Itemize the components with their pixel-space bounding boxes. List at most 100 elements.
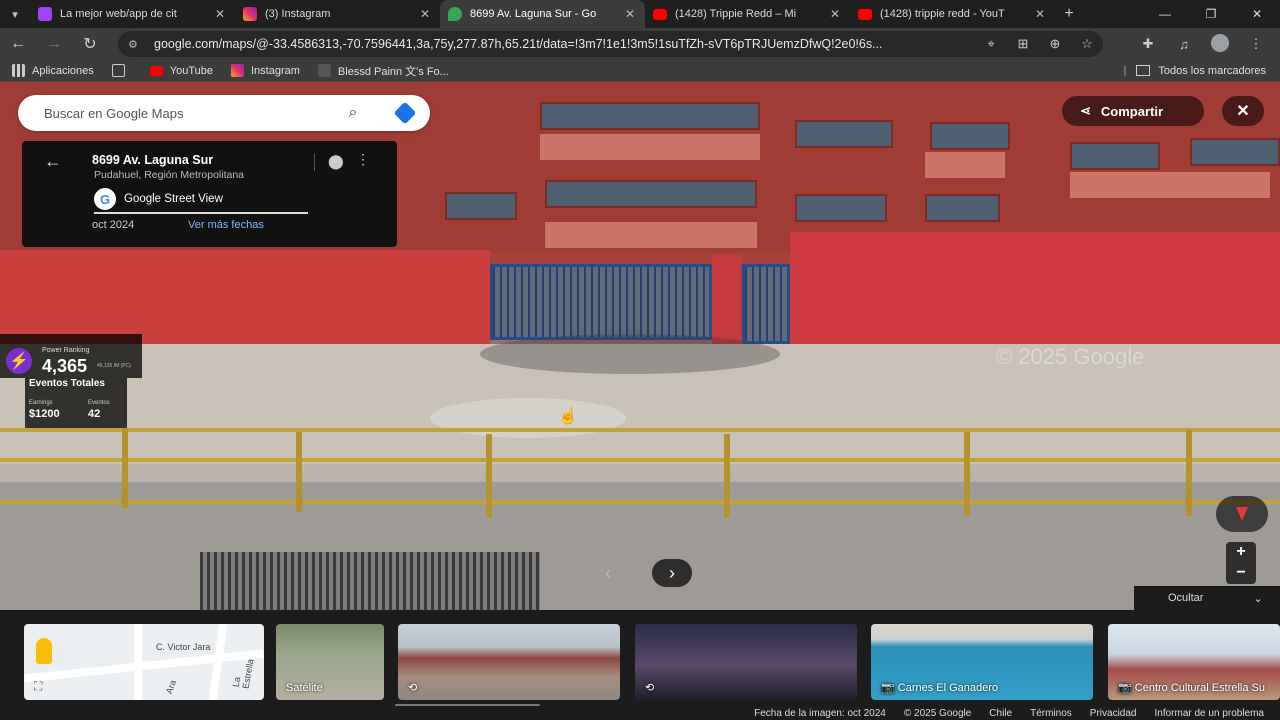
location-icon[interactable]: ⌖ xyxy=(975,36,1007,52)
previous-photo-button[interactable]: ‹ xyxy=(588,559,628,587)
tab-search-icon[interactable]: ▾ xyxy=(0,0,30,28)
fence-post xyxy=(122,428,128,508)
new-tab-button[interactable]: + xyxy=(1055,5,1083,23)
capture-date: oct 2024 xyxy=(92,219,135,231)
zoom-icon[interactable]: ⊕ xyxy=(1039,36,1071,52)
minimap-thumbnail[interactable]: C. Victor Jara La Estrella Ara ⛶ xyxy=(24,624,264,700)
photo-thumbnail[interactable]: 📷 Centro Cultural Estrella Su xyxy=(1108,624,1280,700)
window xyxy=(540,102,760,130)
balcony xyxy=(1070,172,1270,198)
install-app-icon[interactable]: ⊞ xyxy=(1007,36,1039,52)
thumbnail-label: 📷 Centro Cultural Estrella Su xyxy=(1118,682,1265,694)
more-dates-link[interactable]: Ver más fechas xyxy=(188,219,264,231)
search-input[interactable] xyxy=(44,105,326,121)
power-ranking-label: Power Ranking xyxy=(42,347,90,354)
country-link[interactable]: Chile xyxy=(989,708,1012,719)
tab-2[interactable]: (3) Instagram ✕ xyxy=(235,0,440,28)
back-arrow-icon[interactable]: ← xyxy=(44,151,62,172)
wall-pillar xyxy=(712,254,742,348)
compass-control[interactable] xyxy=(1216,496,1268,532)
tab-title: 8699 Av. Laguna Sur - Go xyxy=(470,8,597,20)
bookmark-youtube[interactable]: YouTube xyxy=(149,64,213,77)
youtube-icon xyxy=(653,8,667,20)
close-street-view-button[interactable]: ✕ xyxy=(1222,96,1264,126)
lightning-icon: ⚡ xyxy=(6,348,32,374)
reload-button[interactable]: ↻ xyxy=(72,28,108,60)
compass-needle-icon xyxy=(1236,507,1248,521)
tab-1[interactable]: La mejor web/app de cit ✕ xyxy=(30,0,235,28)
bookmark-grid[interactable] xyxy=(111,64,132,77)
instagram-icon xyxy=(231,64,244,77)
tree-shadow xyxy=(480,334,780,374)
chevron-down-icon: ⌄ xyxy=(1253,592,1263,605)
close-tab-icon[interactable]: ✕ xyxy=(418,7,432,21)
bookmark-label: Aplicaciones xyxy=(32,64,94,77)
close-tab-icon[interactable]: ✕ xyxy=(213,7,227,21)
menu-icon[interactable]: ⋮ xyxy=(1238,36,1274,52)
thumbnail-label-text: Carnes El Ganadero xyxy=(897,682,999,694)
share-button[interactable]: ⋖ Compartir xyxy=(1062,96,1204,126)
events-title: Eventos Totales xyxy=(29,378,105,389)
site-info-icon[interactable]: ⚙ xyxy=(128,38,154,51)
all-bookmarks[interactable]: | Todos los marcadores xyxy=(1124,65,1266,77)
apps-grid-icon xyxy=(12,64,25,77)
directions-button[interactable] xyxy=(380,101,430,125)
tab-4[interactable]: (1428) Trippie Redd – Mi ✕ xyxy=(645,0,850,28)
terms-link[interactable]: Términos xyxy=(1030,708,1072,719)
photo-thumbnail[interactable]: ⟲ xyxy=(635,624,857,700)
google-logo-icon: G xyxy=(94,188,116,210)
hide-filmstrip-button[interactable]: Ocultar ⌄ xyxy=(1134,586,1280,610)
search-icon[interactable]: ⌕ xyxy=(326,104,380,122)
close-tab-icon[interactable]: ✕ xyxy=(828,7,842,21)
profile-avatar[interactable] xyxy=(1202,33,1238,55)
privacy-link[interactable]: Privacidad xyxy=(1090,708,1137,719)
close-tab-icon[interactable]: ✕ xyxy=(1033,7,1047,21)
location-pin-icon[interactable]: ⬤ xyxy=(328,153,344,170)
tab-5[interactable]: (1428) trippie redd - YouT ✕ xyxy=(850,0,1055,28)
forward-button[interactable]: → xyxy=(36,28,72,60)
window xyxy=(545,180,757,208)
tab-3[interactable]: 8699 Av. Laguna Sur - Go ✕ xyxy=(440,0,645,28)
bookmark-label: Blessd Painn 文's Fo... xyxy=(337,65,449,78)
street-label: Ara xyxy=(163,678,179,696)
browser-toolbar: ← → ↻ ⚙ google.com/maps/@-33.4586313,-70… xyxy=(0,28,1280,60)
bookmark-label: YouTube xyxy=(169,64,213,77)
zoom-out-button[interactable]: − xyxy=(1226,563,1256,584)
tab-title: (1428) Trippie Redd – Mi xyxy=(675,8,797,20)
media-controls-icon[interactable]: ♫ xyxy=(1166,37,1202,52)
bookmark-apps[interactable]: Aplicaciones xyxy=(12,64,94,77)
bookmark-instagram[interactable]: Instagram xyxy=(231,64,300,77)
navigation-arrow[interactable] xyxy=(430,398,626,438)
more-options-icon[interactable]: ⋮ xyxy=(356,151,370,168)
balcony xyxy=(545,222,757,248)
street-view-info-card: ← 8699 Av. Laguna Sur Pudahuel, Región M… xyxy=(22,141,397,247)
hand-cursor-icon: ☝ xyxy=(558,408,578,425)
bookmark-star-icon[interactable]: ☆ xyxy=(1071,36,1103,52)
minimize-icon[interactable]: — xyxy=(1142,0,1188,28)
window xyxy=(445,192,517,220)
maps-search-box[interactable]: ⌕ xyxy=(18,95,430,131)
youtube-icon xyxy=(858,8,872,20)
browser-tab-bar: ▾ La mejor web/app de cit ✕ (3) Instagra… xyxy=(0,0,1280,28)
tab-title: (1428) trippie redd - YouT xyxy=(880,8,1005,20)
divider: | xyxy=(1123,64,1127,77)
close-tab-icon[interactable]: ✕ xyxy=(623,7,637,21)
back-button[interactable]: ← xyxy=(0,28,36,60)
close-window-icon[interactable]: ✕ xyxy=(1234,0,1280,28)
photo-thumbnail[interactable]: ⟲ xyxy=(398,624,620,700)
zoom-in-button[interactable]: + xyxy=(1226,542,1256,563)
extensions-icon[interactable]: ✚ xyxy=(1130,36,1166,52)
pegman-icon[interactable] xyxy=(36,638,52,664)
restore-icon[interactable]: ❐ xyxy=(1188,0,1234,28)
address-bar[interactable]: ⚙ google.com/maps/@-33.4586313,-70.75964… xyxy=(118,31,1103,57)
next-photo-button[interactable]: › xyxy=(652,559,692,587)
bookmark-blessd[interactable]: Blessd Painn 文's Fo... xyxy=(317,63,449,79)
photo-thumbnail[interactable]: 📷 Carnes El Ganadero xyxy=(871,624,1093,700)
report-problem-link[interactable]: Informar de un problema xyxy=(1154,708,1264,719)
url-text[interactable]: google.com/maps/@-33.4586313,-70.7596441… xyxy=(154,37,975,51)
expand-icon[interactable]: ⛶ xyxy=(34,679,42,694)
place-address: 8699 Av. Laguna Sur xyxy=(92,153,214,167)
events-label: Eventos xyxy=(88,400,110,406)
satellite-thumbnail[interactable]: Satélite xyxy=(276,624,384,700)
bookmark-favicon xyxy=(317,64,331,77)
